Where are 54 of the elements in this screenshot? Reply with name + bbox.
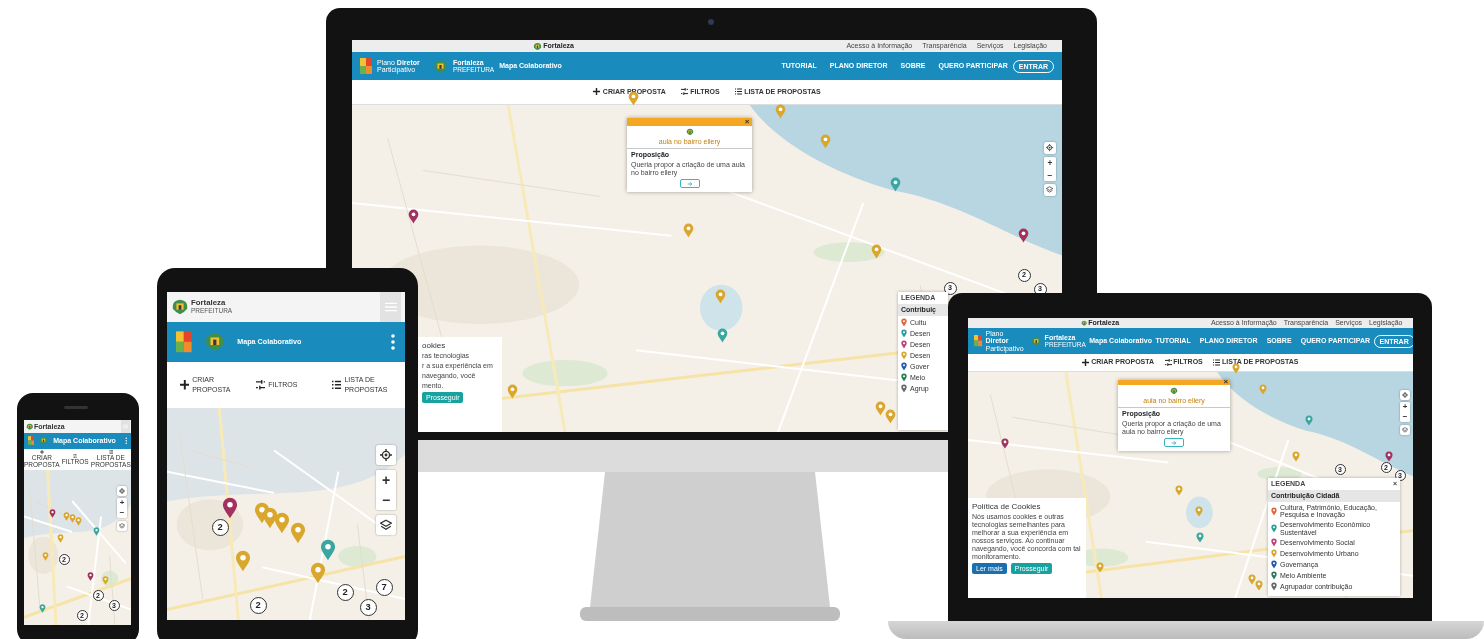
layers-icon [119, 522, 125, 529]
map-pin-icon[interactable] [1196, 531, 1204, 543]
zoom-in-button[interactable]: + [117, 498, 127, 509]
emblem-icon [433, 58, 448, 74]
cookie-title: Política de Cookies [972, 501, 1042, 511]
zoom-out-button[interactable]: − [117, 508, 127, 519]
camera-dot [708, 19, 714, 25]
map-pin-icon[interactable] [1305, 414, 1313, 426]
filter-icon [680, 88, 688, 96]
list-icon [1213, 358, 1221, 366]
list-icon [331, 380, 342, 390]
color-blocks-icon [176, 331, 192, 353]
filter-icon [1164, 358, 1172, 366]
zoom-out-button[interactable]: − [376, 489, 396, 510]
map-pin-icon[interactable] [222, 496, 238, 519]
details-button[interactable] [1164, 438, 1184, 448]
emblem-icon [39, 436, 49, 446]
filter-icon [255, 380, 266, 390]
map-pin-icon[interactable] [1001, 437, 1009, 449]
list-icon [734, 88, 742, 96]
map-pin-icon[interactable] [86, 572, 94, 582]
zoom-in-button[interactable]: + [376, 469, 396, 490]
crosshair-icon [119, 487, 125, 494]
layers-icon [380, 518, 392, 531]
map-pin-icon[interactable] [1385, 450, 1393, 462]
emblem-icon [203, 331, 226, 353]
speaker-slot [64, 406, 88, 409]
close-button[interactable]: × [1223, 379, 1229, 387]
more-icon[interactable] [124, 437, 128, 445]
color-blocks-icon [360, 58, 372, 74]
menu-button[interactable] [120, 420, 130, 433]
emblem-icon [25, 422, 33, 430]
filter-icon [73, 453, 78, 458]
plus-icon [1082, 358, 1090, 366]
locate-button[interactable] [376, 444, 396, 465]
crosshair-icon [1402, 391, 1408, 398]
color-blocks-icon [27, 436, 35, 446]
map-pin-icon[interactable] [92, 527, 100, 537]
layers-icon [1402, 426, 1408, 433]
emblem-icon [1170, 387, 1178, 396]
layers-button[interactable] [376, 514, 396, 535]
plus-icon [593, 88, 601, 96]
map-pin-icon[interactable] [48, 509, 56, 519]
zoom-in-button[interactable]: + [1400, 402, 1410, 413]
crosshair-icon [380, 448, 392, 461]
arrow-icon [1171, 439, 1177, 446]
plus-icon [179, 380, 190, 390]
plus-icon [39, 450, 44, 455]
list-icon [108, 450, 113, 455]
emblem-icon [170, 298, 189, 316]
emblem-icon [532, 41, 542, 51]
emblem-icon [1080, 319, 1088, 327]
zoom-out-button[interactable]: − [1400, 412, 1410, 423]
map-pin-icon[interactable] [320, 538, 336, 561]
